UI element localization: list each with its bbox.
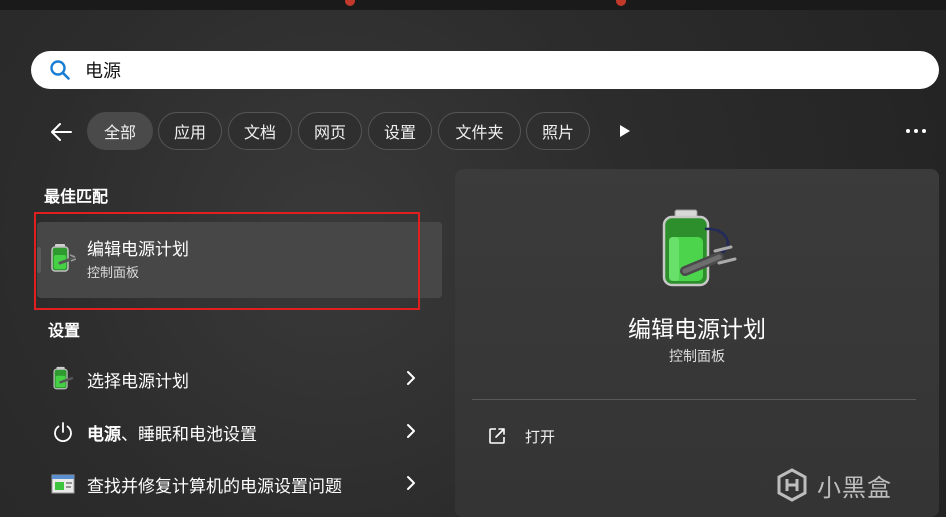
more-options-button[interactable] [900, 118, 932, 144]
settings-item-choose-power-plan[interactable]: 选择电源计划 [37, 354, 442, 402]
marker-icon [345, 0, 355, 6]
annotation-highlight-box [34, 212, 420, 310]
filter-apps[interactable]: 应用 [158, 112, 222, 150]
filter-all[interactable]: 全部 [87, 112, 153, 150]
filter-settings[interactable]: 设置 [368, 112, 432, 150]
dot-icon [922, 129, 926, 133]
settings-item-power-troubleshooter[interactable]: 查找并修复计算机的电源设置问题 [37, 459, 442, 507]
settings-heading: 设置 [48, 321, 81, 340]
battery-plug-icon [662, 209, 737, 287]
battery-plug-icon [50, 366, 76, 392]
filter-folders[interactable]: 文件夹 [438, 112, 521, 150]
top-edge [0, 0, 946, 10]
filter-web[interactable]: 网页 [298, 112, 362, 150]
preview-subtitle: 控制面板 [669, 349, 725, 365]
filter-documents[interactable]: 文档 [228, 112, 292, 150]
open-external-icon [489, 428, 505, 444]
troubleshoot-icon [50, 471, 76, 497]
power-icon [50, 419, 76, 445]
preview-title: 编辑电源计划 [628, 317, 766, 343]
settings-item-power-sleep-battery[interactable]: 电源、睡眠和电池设置 [37, 407, 442, 455]
watermark-text: 小黑盒 [817, 473, 892, 502]
arrow-left-icon [51, 123, 72, 141]
more-filters-button[interactable] [612, 118, 638, 144]
marker-icon [616, 0, 626, 6]
best-match-heading: 最佳匹配 [44, 187, 109, 206]
open-action[interactable]: 打开 [485, 424, 685, 450]
chevron-right-icon [407, 424, 415, 438]
filter-photos[interactable]: 照片 [526, 112, 590, 150]
dot-icon [914, 129, 918, 133]
dot-icon [906, 129, 910, 133]
search-input[interactable] [83, 58, 887, 82]
label-bold: 电源 [87, 425, 121, 445]
xiaoheihe-logo-icon [777, 468, 807, 502]
divider [472, 399, 916, 400]
settings-item-label: 查找并修复计算机的电源设置问题 [87, 477, 342, 497]
chevron-right-icon [407, 476, 415, 490]
back-button[interactable] [44, 117, 78, 147]
settings-item-label: 选择电源计划 [87, 372, 189, 392]
chevron-right-icon [407, 371, 415, 385]
label-rest: 、睡眠和电池设置 [121, 425, 257, 445]
search-icon [50, 60, 70, 80]
play-icon [620, 125, 630, 137]
settings-item-label: 电源、睡眠和电池设置 [87, 420, 257, 445]
search-box[interactable] [31, 51, 939, 89]
watermark: 小黑盒 [775, 463, 892, 507]
open-label: 打开 [525, 428, 556, 446]
